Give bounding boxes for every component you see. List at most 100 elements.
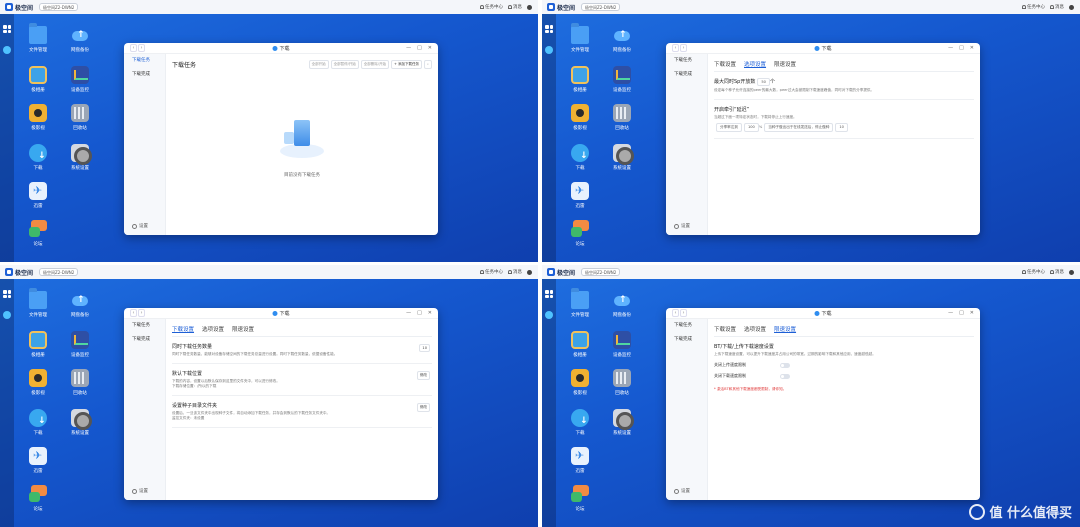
settings-button[interactable]: 设置 [674,488,690,494]
desktop-icon[interactable]: 回收站 [607,369,637,396]
desktop-icon[interactable]: 回收站 [65,369,95,396]
desktop-icon[interactable]: 系统设置 [65,144,95,171]
maximize-icon[interactable]: □ [959,310,964,316]
download-dock-icon[interactable] [3,46,11,54]
desktop-icon[interactable]: 论坛 [565,485,595,512]
desktop-icon[interactable]: 极相册 [565,66,595,93]
back-icon[interactable]: ‹ [672,309,679,317]
notify-button[interactable]: 消息 [1050,269,1064,275]
tab-0[interactable]: 下载设置 [714,325,736,333]
desktop-icon[interactable]: 文件管理 [23,288,53,318]
desktop-icon[interactable]: 设备监控 [607,331,637,358]
sidebar-item[interactable]: 下载完成 [124,333,165,347]
desktop-icon[interactable]: 设备监控 [65,331,95,358]
sidebar-item[interactable]: 下载完成 [124,68,165,82]
notify-button[interactable]: 消息 [508,269,522,275]
share-input[interactable]: 100 [743,123,759,132]
user-avatar-icon[interactable] [527,4,532,10]
desktop-icon[interactable]: 论坛 [23,220,53,247]
desktop-icon[interactable]: 系统设置 [607,144,637,171]
modify-button[interactable]: 修改 [416,371,430,380]
tab-0[interactable]: 下载设置 [714,60,736,68]
maximize-icon[interactable]: □ [417,45,422,51]
desktop-icon[interactable]: 极影视 [565,104,595,131]
forward-icon[interactable]: › [680,309,687,317]
desktop-icon[interactable]: 文件管理 [565,288,595,318]
back-icon[interactable]: ‹ [130,44,137,52]
user-avatar-icon[interactable] [1069,4,1074,10]
download-dock-icon[interactable] [545,311,553,319]
minimize-icon[interactable]: — [948,310,953,316]
settings-button[interactable]: 设置 [132,488,148,494]
tab-1[interactable]: 选项设置 [744,325,766,333]
apps-grid-icon[interactable] [3,290,11,298]
device-selector[interactable]: 极空间Z2-DWN2 [39,268,79,276]
desktop-icon[interactable]: 极影视 [23,369,53,396]
sidebar-item[interactable]: 下载任务 [666,54,707,68]
back-icon[interactable]: ‹ [672,44,679,52]
task-action-button[interactable]: 全部删除/开始 [360,60,389,69]
back-icon[interactable]: ‹ [130,309,137,317]
desktop-icon[interactable]: 下载 [23,144,53,171]
device-selector[interactable]: 极空间Z2-DWN2 [581,268,621,276]
notify-button[interactable]: 消息 [1050,4,1064,10]
sidebar-item[interactable]: 下载任务 [124,54,165,68]
forward-icon[interactable]: › [138,44,145,52]
desktop-icon[interactable]: 论坛 [565,220,595,247]
sidebar-item[interactable]: 下载任务 [124,319,165,333]
download-dock-icon[interactable] [545,46,553,54]
desktop-icon[interactable]: 网盘备份 [607,26,637,53]
close-icon[interactable]: ✕ [970,310,974,316]
desktop-icon[interactable]: 极相册 [23,66,53,93]
settings-button[interactable]: 设置 [674,223,690,229]
task-center-button[interactable]: 任务中心 [1022,269,1045,275]
desktop-icon[interactable]: 文件管理 [23,23,53,53]
close-icon[interactable]: ✕ [428,310,432,316]
desktop-icon[interactable]: 回收站 [65,104,95,131]
close-icon[interactable]: ✕ [428,45,432,51]
desktop-icon[interactable]: 下载 [565,144,595,171]
desktop-icon[interactable]: 回收站 [607,104,637,131]
forward-icon[interactable]: › [680,44,687,52]
peers-input[interactable]: 50 [757,78,770,86]
modify-button[interactable]: 修改 [416,403,430,412]
desktop-icon[interactable]: 下载 [565,409,595,436]
desktop-icon[interactable]: 系统设置 [65,409,95,436]
notify-button[interactable]: 消息 [508,4,522,10]
apps-grid-icon[interactable] [545,25,553,33]
tab-1[interactable]: 选项设置 [744,60,766,68]
user-avatar-icon[interactable] [527,269,532,275]
close-icon[interactable]: ✕ [970,45,974,51]
minimize-icon[interactable]: — [406,310,411,316]
task-action-button[interactable]: + 添加下载任务 [390,60,422,69]
desktop-icon[interactable]: 极相册 [23,331,53,358]
tab-0[interactable]: 下载设置 [172,325,194,333]
concurrent-select[interactable]: 10 [419,344,430,352]
desktop-icon[interactable]: 文件管理 [565,23,595,53]
toggle-switch[interactable] [780,373,790,379]
device-selector[interactable]: 极空间Z2-DWN2 [581,3,621,11]
desktop-icon[interactable]: 极影视 [565,369,595,396]
download-dock-icon[interactable] [3,311,11,319]
desktop-icon[interactable]: 下载 [23,409,53,436]
device-selector[interactable]: 极空间Z2-DWN2 [39,3,79,11]
desktop-icon[interactable]: 迅雷 [565,182,595,209]
desktop-icon[interactable]: 网盘备份 [65,26,95,53]
task-action-button[interactable]: 全部开始 [308,60,329,69]
apps-grid-icon[interactable] [3,25,11,33]
sidebar-item[interactable]: 下载完成 [666,333,707,347]
desktop-icon[interactable]: 网盘备份 [607,291,637,318]
apps-grid-icon[interactable] [545,290,553,298]
sidebar-item[interactable]: 下载任务 [666,319,707,333]
desktop-icon[interactable]: 迅雷 [565,447,595,474]
maximize-icon[interactable]: □ [417,310,422,316]
desktop-icon[interactable]: 迅雷 [23,182,53,209]
desktop-icon[interactable]: 极影视 [23,104,53,131]
forward-icon[interactable]: › [138,309,145,317]
user-avatar-icon[interactable] [1069,269,1074,275]
tab-2[interactable]: 限速设置 [774,325,796,333]
task-center-button[interactable]: 任务中心 [480,4,503,10]
desktop-icon[interactable]: 论坛 [23,485,53,512]
minimize-icon[interactable]: — [406,45,411,51]
task-center-button[interactable]: 任务中心 [1022,4,1045,10]
